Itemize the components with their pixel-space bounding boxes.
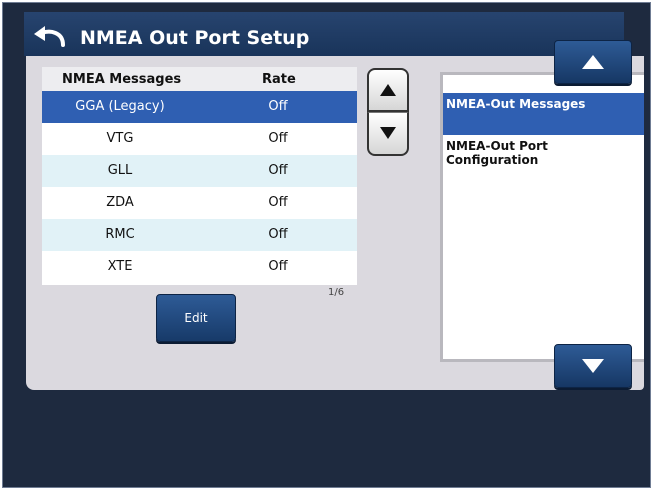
message-cell: VTG: [106, 131, 134, 146]
table-row[interactable]: VTG Off: [42, 123, 357, 155]
table-header: NMEA Messages Rate: [42, 67, 357, 91]
setup-category-list: NMEA-Out Messages NMEA-Out Port Configur…: [440, 72, 644, 362]
message-cell: ZDA: [106, 195, 134, 210]
page-down-button[interactable]: [554, 344, 632, 388]
column-header-rate: Rate: [262, 72, 296, 87]
rate-cell: Off: [268, 163, 288, 178]
edit-button[interactable]: Edit: [156, 294, 236, 342]
list-item-nmea-out-messages[interactable]: NMEA-Out Messages: [443, 93, 644, 135]
table-row[interactable]: ZDA Off: [42, 187, 357, 219]
table-row[interactable]: GGA (Legacy) Off: [42, 91, 357, 123]
message-cell: RMC: [105, 227, 135, 242]
page-title: NMEA Out Port Setup: [80, 27, 310, 49]
back-button[interactable]: [30, 22, 70, 52]
back-arrow-icon: [34, 26, 65, 47]
triangle-up-icon: [582, 55, 604, 69]
table-row[interactable]: XTE Off: [42, 251, 357, 283]
table-scroll-up-button[interactable]: [367, 68, 409, 112]
rate-cell: Off: [268, 99, 288, 114]
page-indicator: 1/6: [328, 287, 345, 298]
table-row[interactable]: GLL Off: [42, 155, 357, 187]
message-cell: GLL: [107, 163, 133, 178]
triangle-down-icon: [380, 127, 396, 139]
list-item-nmea-out-port-configuration[interactable]: NMEA-Out Port Configuration: [443, 135, 644, 173]
triangle-down-icon: [582, 359, 604, 373]
rate-cell: Off: [268, 259, 288, 274]
rate-cell: Off: [268, 195, 288, 210]
nmea-messages-table: NMEA Messages Rate GGA (Legacy) Off VTG …: [42, 67, 357, 285]
table-scroll-down-button[interactable]: [367, 112, 409, 156]
triangle-up-icon: [380, 84, 396, 96]
page-up-button[interactable]: [554, 40, 632, 84]
message-cell: GGA (Legacy): [75, 99, 165, 114]
rate-cell: Off: [268, 227, 288, 242]
table-row[interactable]: RMC Off: [42, 219, 357, 251]
column-header-messages: NMEA Messages: [62, 72, 182, 87]
rate-cell: Off: [268, 131, 288, 146]
message-cell: XTE: [107, 259, 133, 274]
